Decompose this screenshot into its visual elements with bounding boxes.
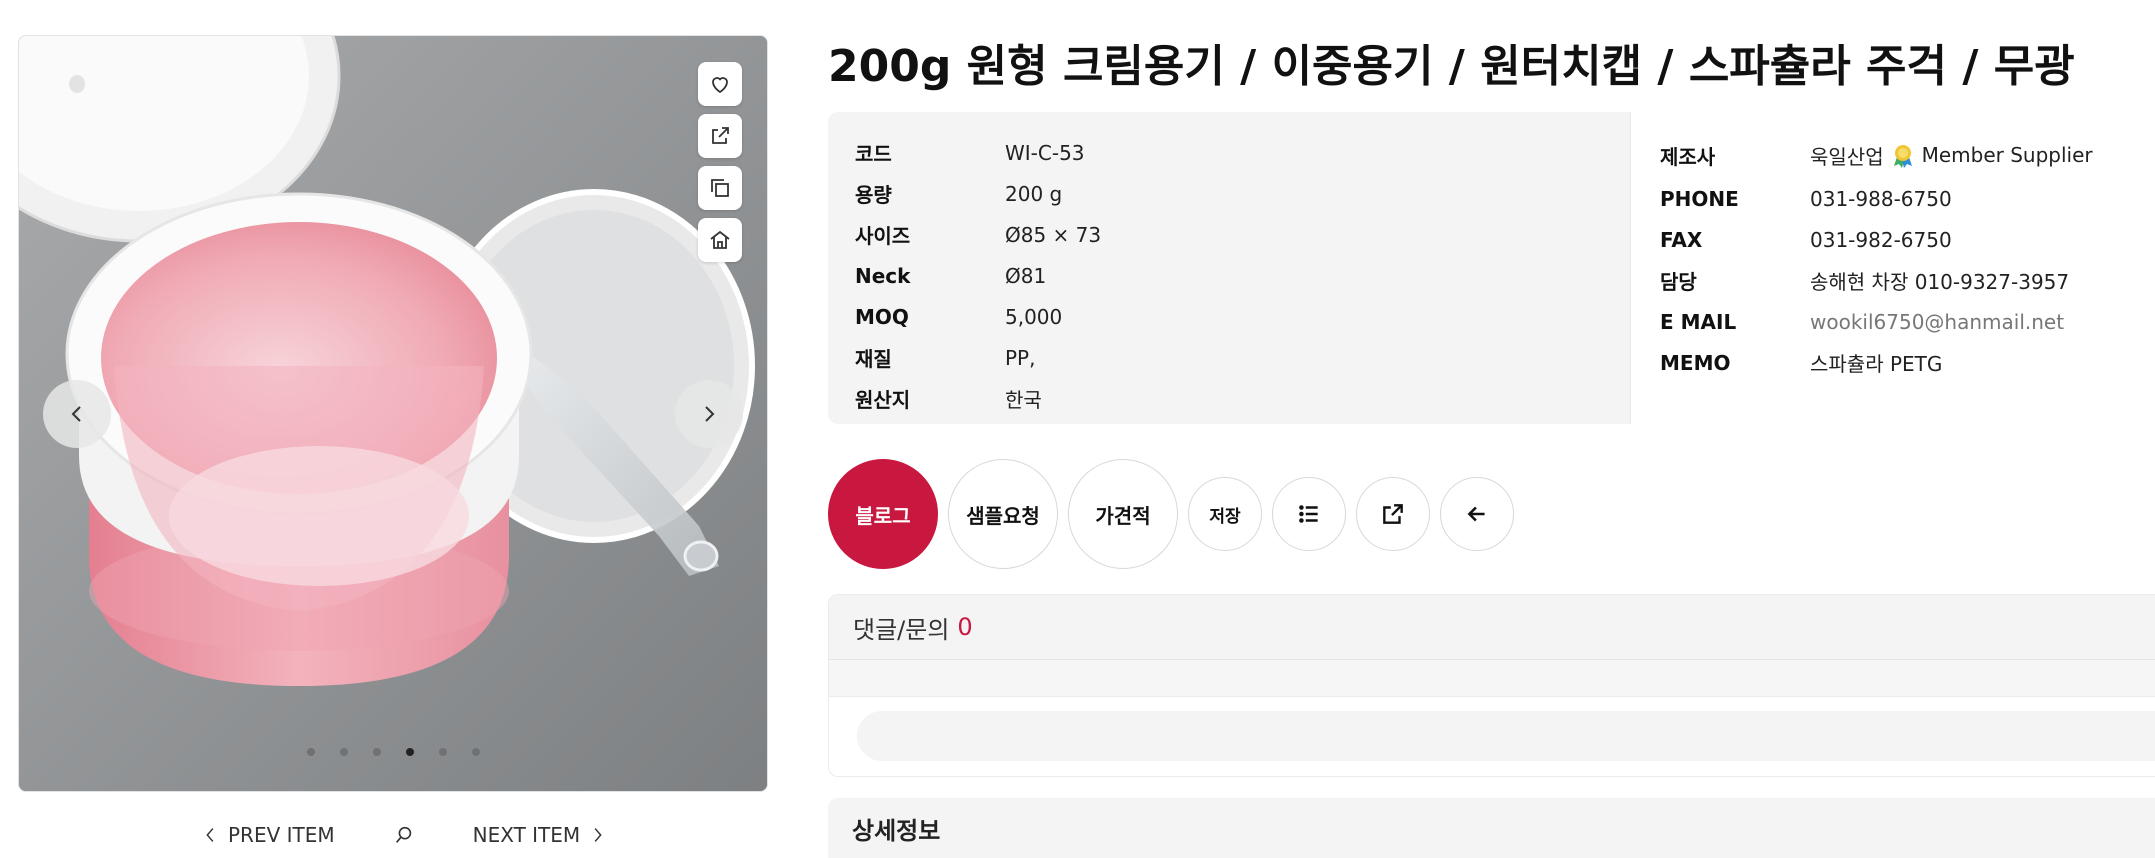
detail-section-header: 상세정보 — [828, 798, 2155, 858]
external-link-button[interactable] — [1356, 477, 1430, 551]
gallery-dot[interactable] — [438, 748, 447, 756]
share-button[interactable] — [698, 114, 742, 158]
product-gallery — [18, 35, 768, 792]
supplier-row-email: E MAIL wookil6750@hanmail.net — [1660, 301, 2155, 342]
supplier-row-contact: 담당 송해현 차장 010-9327-3957 — [1660, 260, 2155, 301]
spec-label: 용량 — [855, 183, 892, 207]
spec-label: MOQ — [855, 304, 909, 329]
spec-label: 재질 — [855, 347, 892, 371]
chevron-right-icon — [594, 828, 602, 842]
supplier-row-phone: PHONE 031-988-6750 — [1660, 178, 2155, 219]
spec-value: Ø85 × 73 — [1005, 222, 1102, 247]
supplier-table: 제조사 욱일산업 Member Supplier PHONE 031-988-6… — [1630, 112, 2155, 424]
supplier-value: 스파츌라 PETG — [1810, 352, 1943, 376]
spec-row-neck: Neck Ø81 — [855, 255, 1630, 296]
gallery-dot[interactable] — [306, 748, 315, 756]
gallery-dot[interactable] — [471, 748, 480, 756]
product-info-box: 코드 WI-C-53 용량 200 g 사이즈 Ø85 × 73 Neck Ø8… — [828, 112, 2155, 424]
product-title: 200g 원형 크림용기 / 이중용기 / 원터치캡 / 스파츌라 주걱 / 무… — [828, 41, 2075, 92]
blog-button[interactable]: 블로그 — [828, 459, 938, 569]
spec-row-size: 사이즈 Ø85 × 73 — [855, 214, 1630, 255]
gallery-dot[interactable] — [339, 748, 348, 756]
supplier-value: 031-982-6750 — [1810, 227, 1952, 252]
spec-label: 사이즈 — [855, 224, 911, 248]
chevron-right-icon — [705, 406, 715, 422]
supplier-label: 담당 — [1660, 270, 1697, 294]
supplier-label: MEMO — [1660, 350, 1731, 375]
list-button[interactable] — [1272, 477, 1346, 551]
detail-title: 상세정보 — [852, 816, 941, 845]
spec-value: 5,000 — [1005, 304, 1063, 329]
spec-value: Ø81 — [1005, 263, 1047, 288]
prev-item-label: PREV ITEM — [228, 823, 335, 847]
heart-icon — [712, 77, 728, 94]
home-button[interactable] — [698, 218, 742, 262]
share-icon — [712, 127, 729, 144]
comment-divider — [829, 660, 2155, 697]
sample-request-button[interactable]: 샘플요청 — [948, 459, 1058, 569]
arrow-left-icon — [1467, 506, 1485, 522]
back-button[interactable] — [1440, 477, 1514, 551]
medal-icon — [1893, 145, 1912, 168]
external-link-icon — [1383, 504, 1403, 524]
spec-label: Neck — [855, 263, 911, 288]
gallery-tools — [698, 62, 742, 262]
prev-item-link[interactable]: PREV ITEM — [200, 823, 335, 847]
gallery-pagination — [19, 748, 767, 756]
spec-row-material: 재질 PP, — [855, 337, 1630, 378]
supplier-value: 욱일산업 Member Supplier — [1810, 141, 2093, 170]
comment-input[interactable] — [857, 711, 2155, 761]
email-link[interactable]: wookil6750@hanmail.net — [1810, 310, 2064, 334]
copy-icon — [711, 179, 729, 197]
search-icon — [395, 826, 411, 843]
next-item-link[interactable]: NEXT ITEM — [473, 823, 609, 847]
supplier-value: 031-988-6750 — [1810, 186, 1952, 211]
copy-button[interactable] — [698, 166, 742, 210]
supplier-label: 제조사 — [1660, 144, 1716, 169]
comment-section: 댓글/문의 0 — [828, 594, 2155, 777]
item-navigation: PREV ITEM NEXT ITEM — [200, 820, 608, 850]
spec-label: 원산지 — [855, 388, 911, 412]
comment-header: 댓글/문의 0 — [829, 595, 2155, 660]
spec-row-code: 코드 WI-C-53 — [855, 132, 1630, 173]
comment-title: 댓글/문의 — [853, 615, 950, 644]
supplier-value: 송해현 차장 010-9327-3957 — [1810, 270, 2070, 294]
chevron-left-icon — [206, 828, 214, 842]
gallery-dot-active[interactable] — [405, 748, 414, 756]
supplier-row-memo: MEMO 스파츌라 PETG — [1660, 342, 2155, 383]
supplier-row-maker: 제조사 욱일산업 Member Supplier — [1660, 132, 2155, 178]
product-photo — [19, 36, 767, 791]
list-search-button[interactable] — [393, 824, 415, 846]
spec-table: 코드 WI-C-53 용량 200 g 사이즈 Ø85 × 73 Neck Ø8… — [828, 112, 1630, 424]
supplier-label: PHONE — [1660, 186, 1739, 211]
gallery-next-button[interactable] — [675, 380, 743, 448]
spec-label: 코드 — [855, 142, 892, 166]
maker-name[interactable]: 욱일산업 — [1810, 141, 1884, 170]
wishlist-button[interactable] — [698, 62, 742, 106]
chevron-left-icon — [71, 406, 81, 422]
save-button[interactable]: 저장 — [1188, 477, 1262, 551]
spec-row-capacity: 용량 200 g — [855, 173, 1630, 214]
member-supplier-badge: Member Supplier — [1921, 143, 2093, 167]
supplier-label: FAX — [1660, 227, 1703, 252]
home-icon — [710, 230, 730, 249]
gallery-prev-button[interactable] — [43, 380, 111, 448]
gallery-dot[interactable] — [372, 748, 381, 756]
action-buttons: 블로그 샘플요청 가견적 저장 — [828, 459, 1514, 569]
supplier-row-fax: FAX 031-982-6750 — [1660, 219, 2155, 260]
spec-value: PP, — [1005, 345, 1036, 370]
supplier-label: E MAIL — [1660, 309, 1737, 334]
spec-value: 200 g — [1005, 181, 1063, 206]
spec-row-moq: MOQ 5,000 — [855, 296, 1630, 337]
spec-value: 한국 — [1005, 388, 1042, 412]
quote-button[interactable]: 가견적 — [1068, 459, 1178, 569]
spec-value: WI-C-53 — [1005, 140, 1085, 165]
list-icon — [1299, 505, 1318, 523]
next-item-label: NEXT ITEM — [472, 823, 581, 847]
spec-row-origin: 원산지 한국 — [855, 378, 1630, 419]
comment-count: 0 — [957, 613, 973, 641]
